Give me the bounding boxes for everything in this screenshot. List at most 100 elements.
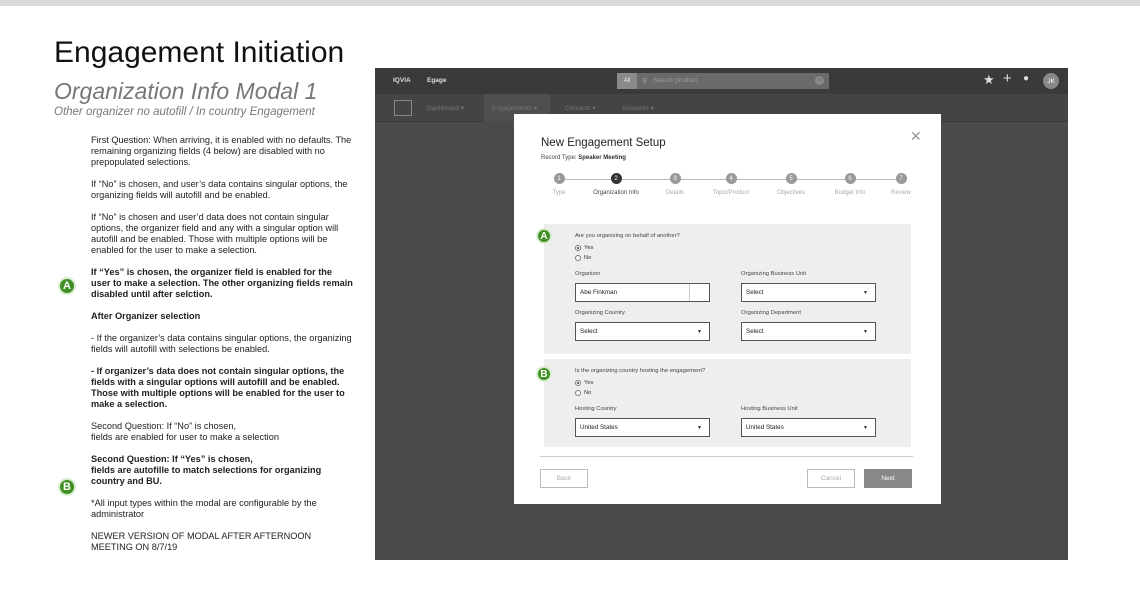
annotation-badge-b: B	[58, 478, 76, 496]
nav-item-dashboard[interactable]: Dashboard ▾	[427, 104, 464, 112]
radio-yes[interactable]: Yes	[575, 380, 593, 386]
page-title: Engagement Initiation	[54, 36, 345, 69]
modal-title: New Engagement Setup	[541, 137, 666, 149]
brand-logo[interactable]: IQVIA	[393, 77, 411, 84]
menu-icon[interactable]	[394, 100, 412, 116]
section-badge-b: B	[536, 366, 552, 382]
note-paragraph: - If organizer’s data does not contain s…	[91, 366, 345, 409]
field-divider	[689, 284, 690, 301]
radio-label: No	[584, 255, 592, 261]
close-icon[interactable]: ✕	[910, 128, 922, 145]
new-engagement-modal: New Engagement Setup Record Type: Speake…	[514, 114, 941, 504]
radio-no[interactable]: No	[575, 255, 591, 261]
bell-icon[interactable]: ●	[1023, 73, 1029, 84]
step-label: Objectives	[776, 190, 805, 196]
note-line: fields are autofille to match selections…	[91, 465, 322, 486]
step-details[interactable]: 3 Details	[645, 173, 705, 196]
organizer-value: Abe Finkman	[580, 289, 618, 296]
search-scope-dropdown[interactable]: All	[617, 73, 637, 89]
step-review[interactable]: 7 Review	[871, 173, 931, 196]
radio-label: No	[584, 390, 592, 396]
organizing-question: Are you organizing on behalf of another?	[575, 233, 680, 239]
next-button[interactable]: Next	[864, 469, 912, 488]
select-value: Select	[746, 289, 764, 296]
nav-item-accounts[interactable]: Accounts ▾	[622, 104, 654, 112]
select-value: Select	[746, 328, 764, 335]
step-label: Organization Info	[593, 190, 639, 196]
step-number: 4	[725, 173, 737, 184]
nav-item-engagements[interactable]: Engagements ▾	[492, 104, 537, 112]
search-input[interactable]: Search product	[653, 77, 697, 84]
note-line: Second Question: If “No” is chosen,	[91, 421, 237, 431]
caret-down-icon: ▼	[863, 290, 868, 296]
organizing-business-unit-label: Organizing Business Unit	[741, 271, 807, 277]
step-objectives[interactable]: 5 Objectives	[761, 173, 821, 196]
note-paragraph: Second Question: If “No” is chosen, field…	[91, 421, 353, 443]
step-type[interactable]: 1 Type	[529, 173, 589, 196]
annotation-notes: First Question: When arriving, it is ena…	[91, 135, 353, 564]
organizer-label: Organizer	[575, 271, 601, 277]
select-value: United States	[746, 424, 784, 431]
radio-label: Yes	[584, 380, 594, 386]
avatar[interactable]: JK	[1043, 73, 1059, 89]
organizing-department-label: Organizing Department	[741, 310, 801, 316]
select-value: United States	[580, 424, 618, 431]
step-topic-product[interactable]: 4 Topic/Product	[701, 173, 761, 196]
note-paragraph: *All input types within the modal are co…	[91, 498, 317, 519]
section-badge-a: A	[536, 228, 552, 244]
hosting-country-select[interactable]: United States ▼	[575, 418, 710, 437]
top-navigation-bar: IQVIA Egage All ⚲ Search product × ★ + ●…	[375, 68, 1068, 94]
radio-no[interactable]: No	[575, 390, 591, 396]
note-paragraph: Second Question: If “Yes” is chosen, fiel…	[91, 454, 353, 487]
note-heading: After Organizer selection	[91, 311, 201, 321]
page-subtitle-secondary: Other organizer no autofill / In country…	[54, 106, 315, 118]
note-paragraph: If “No” is chosen and user’d data does n…	[91, 212, 339, 255]
hosting-question: Is the organizing country hosting the en…	[575, 368, 706, 374]
step-number: 2	[610, 173, 622, 184]
page-subtitle: Organization Info Modal 1	[54, 78, 318, 104]
step-number: 7	[895, 173, 907, 184]
note-line: Second Question: If “Yes” is chosen,	[91, 454, 253, 464]
select-value: Select	[580, 328, 598, 335]
step-organization-info[interactable]: 2 Organization Info	[586, 173, 646, 196]
step-label: Type	[552, 190, 566, 196]
record-type-value: Speaker Meeting	[578, 155, 626, 161]
star-icon[interactable]: ★	[983, 72, 995, 88]
clear-icon[interactable]: ×	[815, 76, 824, 85]
step-label: Review	[891, 190, 911, 196]
radio-unselected-icon	[575, 390, 581, 396]
step-label: Topic/Product	[712, 190, 750, 196]
record-type: Record Type: Speaker Meeting	[541, 155, 626, 161]
organizing-business-unit-select[interactable]: Select ▼	[741, 283, 876, 302]
note-line: fields are enabled for user to make a se…	[91, 432, 279, 442]
caret-down-icon: ▼	[863, 425, 868, 431]
record-type-label: Record Type:	[541, 155, 577, 161]
step-number: 5	[785, 173, 797, 184]
radio-selected-icon	[575, 380, 581, 386]
radio-yes[interactable]: Yes	[575, 245, 593, 251]
radio-label: Yes	[584, 245, 594, 251]
caret-down-icon: ▼	[863, 329, 868, 335]
plus-icon[interactable]: +	[1003, 70, 1012, 87]
back-button[interactable]: Back	[540, 469, 588, 488]
step-number: 6	[844, 173, 856, 184]
organizing-country-select[interactable]: Select ▼	[575, 322, 710, 341]
caret-down-icon: ▼	[697, 329, 702, 335]
hosting-business-unit-select[interactable]: United States ▼	[741, 418, 876, 437]
app-name: Egage	[427, 77, 447, 84]
note-paragraph: - If the organizer’s data contains singu…	[91, 333, 352, 354]
cancel-button[interactable]: Cancel	[807, 469, 855, 488]
top-border-strip	[0, 0, 1140, 6]
modal-divider	[540, 456, 913, 457]
step-label: Details	[665, 190, 685, 196]
step-number: 3	[669, 173, 681, 184]
search-bar[interactable]: All ⚲ Search product ×	[617, 73, 829, 89]
nav-item-contacts[interactable]: Contacts ▾	[565, 104, 596, 112]
hosting-country-label: Hosting Country	[575, 406, 617, 412]
organizer-field[interactable]: Abe Finkman	[575, 283, 710, 302]
organizing-department-select[interactable]: Select ▼	[741, 322, 876, 341]
hosting-section: Is the organizing country hosting the en…	[544, 359, 911, 447]
radio-selected-icon	[575, 245, 581, 251]
caret-down-icon: ▼	[697, 425, 702, 431]
note-paragraph: First Question: When arriving, it is ena…	[91, 135, 352, 167]
